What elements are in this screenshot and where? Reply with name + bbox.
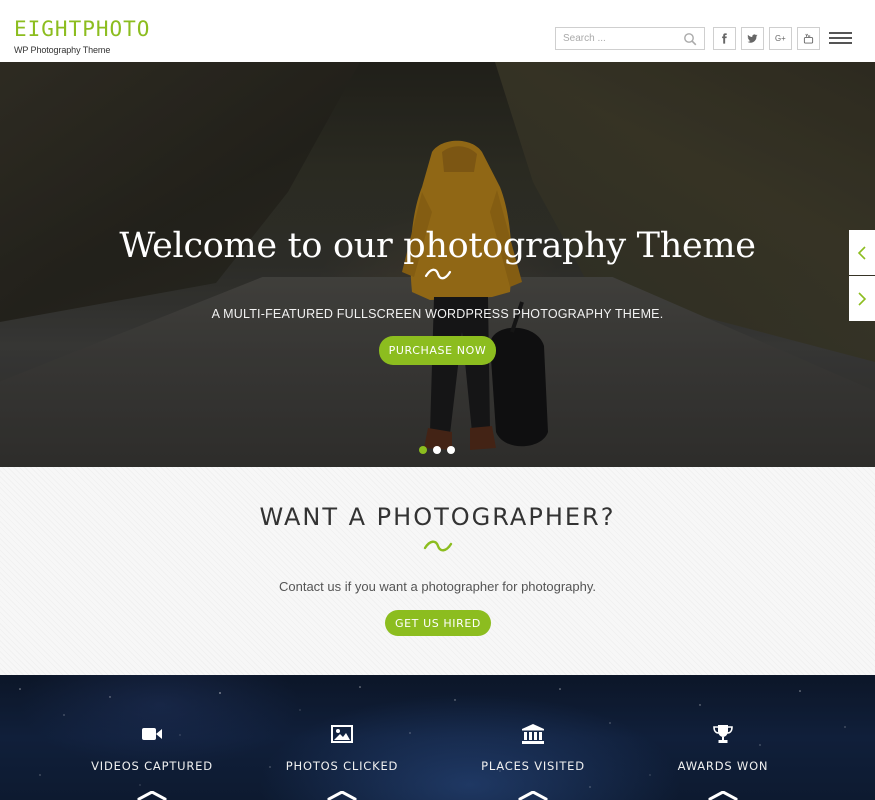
svg-text:G+: G+ (775, 34, 786, 43)
google-plus-link[interactable]: G+ (769, 27, 792, 50)
site-header: EIGHTPHOTO WP Photography Theme G+ (0, 0, 875, 62)
stat-label: PLACES VISITED (481, 759, 585, 773)
slider-prev-button[interactable] (849, 230, 875, 275)
hexagon-badge-icon (137, 791, 167, 800)
slider-dot[interactable] (447, 446, 455, 454)
search-input[interactable] (556, 28, 676, 49)
youtube-link[interactable] (797, 27, 820, 50)
stat-label: AWARDS WON (677, 759, 769, 773)
slider-pagination (419, 446, 455, 454)
stat-label: VIDEOS CAPTURED (91, 759, 213, 773)
site-title[interactable]: EIGHTPHOTO (14, 17, 150, 41)
hexagon-badge-icon (327, 791, 357, 800)
stats-section: VIDEOS CAPTURED PHOTOS CLICKED PLACES VI… (0, 675, 875, 800)
hexagon-badge-icon (518, 791, 548, 800)
slider-dot[interactable] (419, 446, 427, 454)
video-camera-icon (142, 728, 162, 740)
hero-title: Welcome to our photography Theme (119, 226, 756, 266)
section-title: WANT A PHOTOGRAPHER? (259, 503, 616, 531)
chevron-right-icon (858, 291, 867, 306)
chevron-left-icon (857, 245, 866, 260)
hire-section: WANT A PHOTOGRAPHER? Contact us if you w… (0, 467, 875, 675)
hero-slider: Welcome to our photography Theme A MULTI… (0, 62, 875, 467)
hero-subtitle: A MULTI-FEATURED FULLSCREEN WORDPRESS PH… (211, 307, 664, 321)
slider-dot[interactable] (433, 446, 441, 454)
twitter-icon (747, 34, 758, 43)
search-form (555, 27, 705, 50)
slider-next-button[interactable] (849, 276, 875, 321)
stat-label: PHOTOS CLICKED (285, 759, 399, 773)
search-icon[interactable] (683, 32, 697, 46)
get-us-hired-button[interactable]: GET US HIRED (385, 610, 491, 636)
hamburger-menu-icon[interactable] (829, 32, 852, 46)
twitter-link[interactable] (741, 27, 764, 50)
google-plus-icon: G+ (775, 34, 786, 43)
facebook-link[interactable] (713, 27, 736, 50)
stat-photos-clicked: PHOTOS CLICKED (247, 723, 437, 773)
hexagon-badge-icon (708, 791, 738, 800)
purchase-now-button[interactable]: PURCHASE NOW (379, 336, 496, 365)
tilde-divider-icon (0, 267, 875, 286)
site-tagline: WP Photography Theme (14, 45, 111, 55)
site-logo[interactable]: EIGHTPHOTO WP Photography Theme (14, 17, 150, 55)
tilde-divider-icon (0, 539, 875, 558)
stat-awards-won: AWARDS WON (628, 723, 818, 773)
youtube-icon (803, 33, 814, 44)
stat-places-visited: PLACES VISITED (438, 723, 628, 773)
stat-videos-captured: VIDEOS CAPTURED (57, 723, 247, 773)
image-icon (331, 725, 353, 743)
bank-icon (522, 724, 544, 744)
section-text: Contact us if you want a photographer fo… (278, 579, 596, 594)
facebook-icon (722, 33, 727, 44)
trophy-icon (713, 725, 733, 743)
